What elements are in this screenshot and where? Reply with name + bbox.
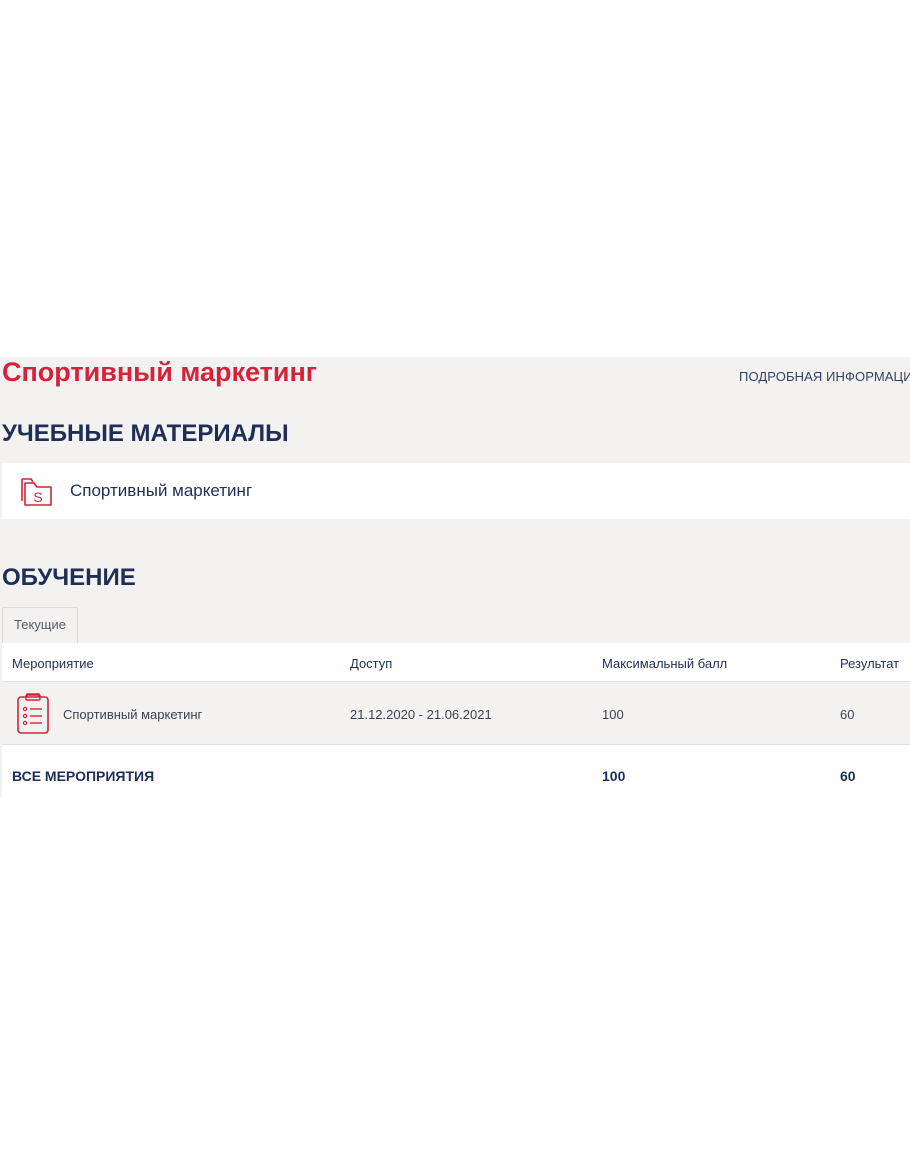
svg-text:S: S xyxy=(33,489,42,505)
course-page: Спортивный маркетинг ПОДРОБНАЯ ИНФОРМАЦИ… xyxy=(0,357,910,797)
event-name[interactable]: Спортивный маркетинг xyxy=(63,707,202,722)
row-divider xyxy=(2,744,910,745)
training-heading: ОБУЧЕНИЕ xyxy=(2,564,136,591)
total-max-score: 100 xyxy=(602,768,626,784)
details-link[interactable]: ПОДРОБНАЯ ИНФОРМАЦИ xyxy=(739,369,910,384)
folder-s-icon: S xyxy=(21,478,52,506)
event-access: 21.12.2020 - 21.06.2021 xyxy=(350,707,492,722)
total-result: 60 xyxy=(840,768,856,784)
column-header-result[interactable]: Результат xyxy=(840,656,899,671)
column-header-access[interactable]: Доступ xyxy=(350,656,392,671)
training-table: Мероприятие Доступ Максимальный балл Рез… xyxy=(2,643,910,797)
checklist-icon xyxy=(17,693,49,734)
tab-current[interactable]: Текущие xyxy=(2,607,78,643)
event-max-score: 100 xyxy=(602,707,624,722)
event-result: 60 xyxy=(840,707,855,722)
column-header-max-score[interactable]: Максимальный балл xyxy=(602,656,727,671)
material-label: Спортивный маркетинг xyxy=(70,481,253,500)
page-title: Спортивный маркетинг xyxy=(2,357,317,387)
column-header-event[interactable]: Мероприятие xyxy=(12,656,94,671)
materials-heading: УЧЕБНЫЕ МАТЕРИАЛЫ xyxy=(2,420,289,447)
total-label: ВСЕ МЕРОПРИЯТИЯ xyxy=(12,768,155,784)
material-item[interactable]: S Спортивный маркетинг xyxy=(2,463,910,519)
